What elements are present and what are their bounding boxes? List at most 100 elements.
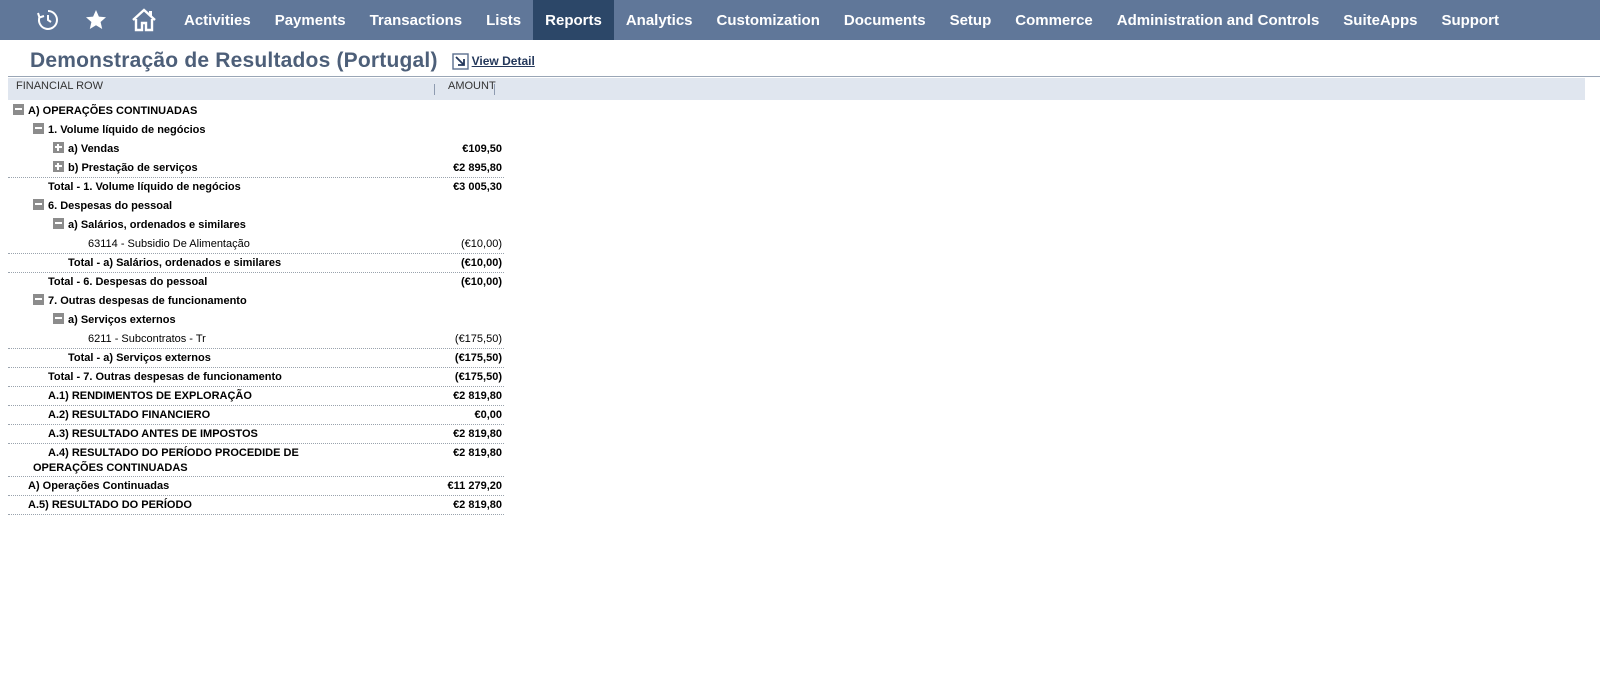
- nav-documents[interactable]: Documents: [832, 0, 938, 40]
- report-row: 7. Outras despesas de funcionamento: [8, 292, 504, 311]
- report-row: a) Vendas €109,50: [8, 140, 504, 159]
- report-column-header: FINANCIAL ROW AMOUNT: [8, 78, 1585, 100]
- report-row-label: Total - 1. Volume líquido de negócios: [48, 181, 241, 193]
- column-divider[interactable]: [434, 84, 435, 95]
- nav-customization[interactable]: Customization: [705, 0, 832, 40]
- view-detail-icon: [451, 52, 469, 70]
- report-row: A.5) RESULTADO DO PERÍODO €2 819,80: [8, 496, 504, 515]
- nav-item-label: Documents: [843, 11, 926, 29]
- nav-reports[interactable]: Reports: [533, 0, 614, 40]
- collapse-icon[interactable]: [53, 313, 64, 324]
- report-row-amount: €0,00: [474, 409, 502, 421]
- report-row-amount: €2 819,80: [453, 428, 502, 440]
- report-row-amount: (€10,00): [461, 257, 502, 269]
- report-row-amount: €2 819,80: [453, 499, 502, 511]
- expand-icon[interactable]: [53, 142, 64, 153]
- report-row-label: A) Operações Continuadas: [28, 480, 170, 492]
- collapse-icon[interactable]: [33, 199, 44, 210]
- home-icon[interactable]: [120, 0, 168, 40]
- nav-transactions[interactable]: Transactions: [358, 0, 475, 40]
- nav-analytics[interactable]: Analytics: [614, 0, 705, 40]
- nav-administration-and-controls[interactable]: Administration and Controls: [1105, 0, 1332, 40]
- nav-item-label: Customization: [716, 11, 820, 29]
- report-row-label: a) Serviços externos: [68, 314, 176, 326]
- nav-item-label: Activities: [184, 11, 251, 29]
- report-row-label: 63114 - Subsidio De Alimentação: [88, 238, 250, 250]
- report-row-amount: €2 819,80: [453, 447, 502, 459]
- report-row-amount: [438, 292, 504, 294]
- report-row-label: Total - a) Salários, ordenados e similar…: [68, 257, 282, 269]
- report-row: A) OPERAÇÕES CONTINUADAS: [8, 102, 504, 121]
- report-row-label: 6211 - Subcontratos - Tr: [88, 333, 206, 345]
- recent-records-icon[interactable]: [24, 0, 72, 40]
- report-table: A) OPERAÇÕES CONTINUADAS 1. Volume líquid…: [8, 102, 504, 515]
- report-row: a) Salários, ordenados e similares: [8, 216, 504, 235]
- report-row-label: A.4) RESULTADO DO PERÍODO PROCEDIDE DE O…: [33, 447, 299, 474]
- nav-item-label: Reports: [545, 11, 602, 29]
- nav-support[interactable]: Support: [1429, 0, 1511, 40]
- report-row-amount: €2 895,80: [453, 162, 502, 174]
- report-row-label: a) Vendas: [68, 143, 120, 155]
- report-row-label: 1. Volume líquido de negócios: [48, 124, 206, 136]
- main-menu: Activities Payments Transactions Lists R…: [172, 0, 1511, 40]
- top-navigation-bar: Activities Payments Transactions Lists R…: [0, 0, 1600, 40]
- nav-lists[interactable]: Lists: [474, 0, 533, 40]
- view-detail-label[interactable]: View Detail: [472, 54, 535, 68]
- report-row-label: Total - 6. Despesas do pessoal: [48, 276, 208, 288]
- report-row: Total - a) Serviços externos (€175,50): [8, 349, 504, 368]
- collapse-icon[interactable]: [53, 218, 64, 229]
- nav-suiteapps[interactable]: SuiteApps: [1331, 0, 1429, 40]
- nav-item-label: Commerce: [1015, 11, 1093, 29]
- report-row-amount: (€175,50): [454, 352, 502, 364]
- report-row: Total - 7. Outras despesas de funcioname…: [8, 368, 504, 387]
- page-header: Demonstração de Resultados (Portugal) Vi…: [30, 46, 535, 76]
- report-row-amount: €109,50: [462, 143, 502, 155]
- report-row-amount: (€10,00): [461, 276, 502, 288]
- report-row: Total - a) Salários, ordenados e similar…: [8, 254, 504, 273]
- column-header-amount[interactable]: AMOUNT: [448, 80, 496, 92]
- report-row-amount: [438, 216, 504, 218]
- report-row: b) Prestação de serviços €2 895,80: [8, 159, 504, 178]
- expand-icon[interactable]: [53, 161, 64, 172]
- report-row-amount: [438, 102, 504, 104]
- report-row: Total - 1. Volume líquido de negócios €3 …: [8, 178, 504, 197]
- report-row: 63114 - Subsidio De Alimentação (€10,00): [8, 235, 504, 254]
- nav-setup[interactable]: Setup: [938, 0, 1004, 40]
- report-row: A.2) RESULTADO FINANCIERO €0,00: [8, 406, 504, 425]
- title-divider: [8, 76, 1600, 77]
- nav-item-label: Analytics: [625, 11, 693, 29]
- collapse-icon[interactable]: [33, 294, 44, 305]
- column-header-financial-row[interactable]: FINANCIAL ROW: [16, 80, 103, 92]
- collapse-icon[interactable]: [13, 104, 24, 115]
- report-row-amount: [438, 197, 504, 199]
- report-row-amount: [438, 311, 504, 313]
- report-row-label: Total - 7. Outras despesas de funcioname…: [48, 371, 282, 383]
- favorites-star-icon[interactable]: [72, 0, 120, 40]
- nav-payments[interactable]: Payments: [263, 0, 358, 40]
- report-row-label: A) OPERAÇÕES CONTINUADAS: [28, 105, 198, 117]
- nav-activities[interactable]: Activities: [172, 0, 263, 40]
- nav-item-label: Lists: [486, 11, 522, 29]
- report-row-label: A.1) RENDIMENTOS DE EXPLORAÇÃO: [48, 390, 252, 402]
- column-divider[interactable]: [494, 84, 495, 95]
- report-row-label: 7. Outras despesas de funcionamento: [48, 295, 247, 307]
- report-row-amount: [438, 121, 504, 123]
- report-row: A.4) RESULTADO DO PERÍODO PROCEDIDE DE O…: [8, 444, 504, 477]
- nav-item-label: Transactions: [369, 11, 463, 29]
- report-row-amount: €3 005,30: [453, 181, 502, 193]
- report-row-label: A.2) RESULTADO FINANCIERO: [48, 409, 211, 421]
- report-row-amount: €2 819,80: [453, 390, 502, 402]
- report-row-label: A.5) RESULTADO DO PERÍODO: [28, 499, 192, 511]
- report-row: Total - 6. Despesas do pessoal (€10,00): [8, 273, 504, 292]
- report-row-label: 6. Despesas do pessoal: [48, 200, 173, 212]
- view-detail-link[interactable]: View Detail: [451, 52, 535, 70]
- report-row: A.3) RESULTADO ANTES DE IMPOSTOS €2 819,8…: [8, 425, 504, 444]
- nav-item-label: Payments: [274, 11, 346, 29]
- report-row-amount: (€175,50): [454, 333, 502, 345]
- report-row-label: A.3) RESULTADO ANTES DE IMPOSTOS: [48, 428, 258, 440]
- nav-item-label: Administration and Controls: [1116, 11, 1320, 29]
- collapse-icon[interactable]: [33, 123, 44, 134]
- nav-commerce[interactable]: Commerce: [1003, 0, 1105, 40]
- report-row-label: a) Salários, ordenados e similares: [68, 219, 246, 231]
- report-row-label: Total - a) Serviços externos: [68, 352, 211, 364]
